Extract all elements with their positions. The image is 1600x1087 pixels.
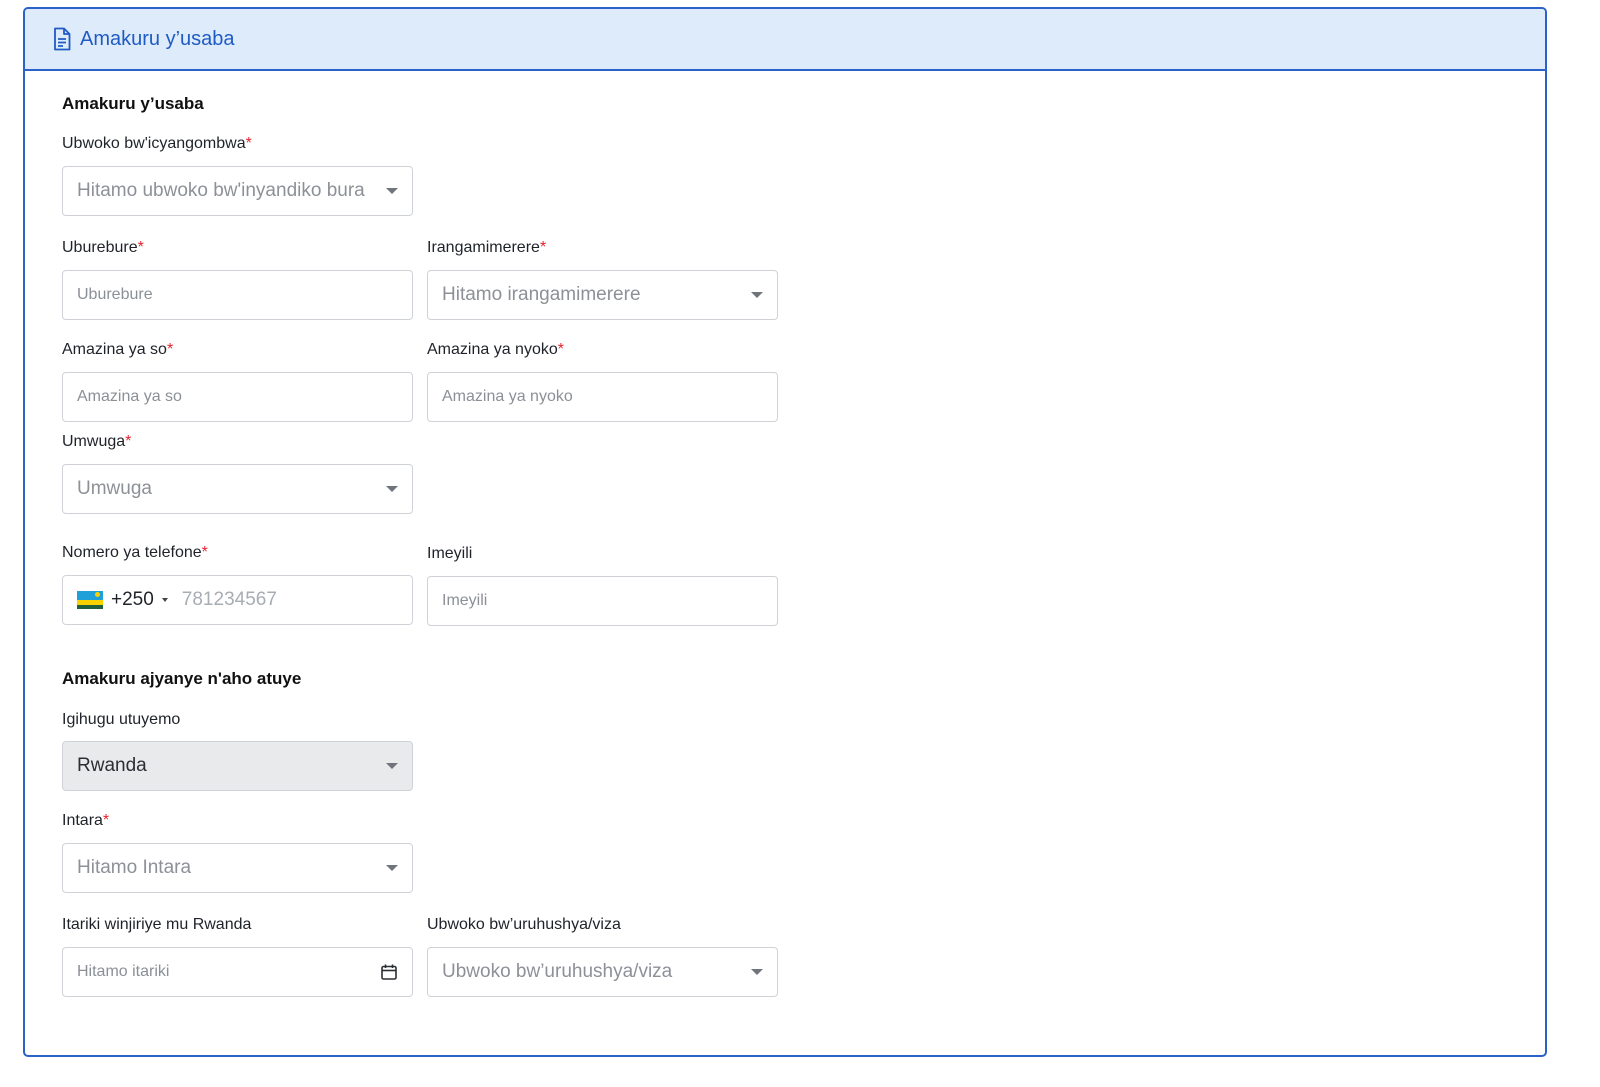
rwanda-flag-icon[interactable] xyxy=(77,591,103,609)
mother-name-input[interactable]: Amazina ya nyoko xyxy=(427,372,778,422)
arrival-date-input[interactable]: Hitamo itariki xyxy=(62,947,413,997)
marital-status-label: Irangamimerere* xyxy=(427,239,547,256)
father-name-label: Amazina ya so* xyxy=(62,341,174,358)
profession-select[interactable]: Umwuga xyxy=(62,464,413,514)
gender-placeholder: Uburebure xyxy=(77,286,153,303)
chevron-down-icon xyxy=(751,969,763,975)
card-title: Amakuru y’usaba xyxy=(80,27,235,50)
country-code[interactable]: +250 xyxy=(111,589,154,611)
country-select: Rwanda xyxy=(62,741,413,791)
section-title-address: Amakuru ajyanye n'aho atuye xyxy=(62,669,302,688)
gender-label: Uburebure* xyxy=(62,239,144,256)
profession-label: Umwuga* xyxy=(62,433,132,450)
profession-placeholder: Umwuga xyxy=(77,478,152,499)
application-card: Amakuru y’usaba Amakuru y’usaba Ubwoko b… xyxy=(23,7,1547,1057)
card-header: Amakuru y’usaba xyxy=(25,9,1545,71)
father-name-input[interactable]: Amazina ya so xyxy=(62,372,413,422)
country-label: Igihugu utuyemo xyxy=(62,711,181,728)
document-icon xyxy=(52,27,72,51)
father-name-placeholder: Amazina ya so xyxy=(77,388,182,405)
email-placeholder: Imeyili xyxy=(442,592,488,609)
chevron-down-icon xyxy=(386,865,398,871)
marital-status-placeholder: Hitamo irangamimerere xyxy=(442,284,641,305)
arrival-date-label: Itariki winjiriye mu Rwanda xyxy=(62,916,252,933)
province-placeholder: Hitamo Intara xyxy=(77,857,192,878)
arrival-date-placeholder: Hitamo itariki xyxy=(77,963,170,980)
visa-type-label: Ubwoko bw’uruhushya/viza xyxy=(427,916,621,933)
mother-name-placeholder: Amazina ya nyoko xyxy=(442,388,573,405)
visa-type-placeholder: Ubwoko bw’uruhushya/viza xyxy=(442,961,673,982)
visa-type-select[interactable]: Ubwoko bw’uruhushya/viza xyxy=(427,947,778,997)
country-value: Rwanda xyxy=(77,755,147,776)
chevron-down-icon xyxy=(386,188,398,194)
marital-status-select[interactable]: Hitamo irangamimerere xyxy=(427,270,778,320)
phone-placeholder: 781234567 xyxy=(181,589,277,610)
section-title-applicant: Amakuru y’usaba xyxy=(62,94,204,113)
permit-type-placeholder: Hitamo ubwoko bw'inyandiko bura xyxy=(77,180,365,201)
email-label: Imeyili xyxy=(427,545,473,562)
gender-input[interactable]: Uburebure xyxy=(62,270,413,320)
chevron-down-icon xyxy=(751,292,763,298)
email-input[interactable]: Imeyili xyxy=(427,576,778,626)
mother-name-label: Amazina ya nyoko* xyxy=(427,341,564,358)
permit-type-label: Ubwoko bw'icyangombwa* xyxy=(62,135,252,152)
phone-label: Nomero ya telefone* xyxy=(62,544,208,561)
country-code-caret-icon[interactable] xyxy=(161,598,168,602)
phone-input[interactable]: +250 781234567 xyxy=(62,575,413,625)
calendar-icon[interactable] xyxy=(380,963,398,981)
chevron-down-icon xyxy=(386,486,398,492)
permit-type-select[interactable]: Hitamo ubwoko bw'inyandiko bura xyxy=(62,166,413,216)
province-label: Intara* xyxy=(62,812,110,829)
chevron-down-icon xyxy=(386,763,398,769)
province-select[interactable]: Hitamo Intara xyxy=(62,843,413,893)
